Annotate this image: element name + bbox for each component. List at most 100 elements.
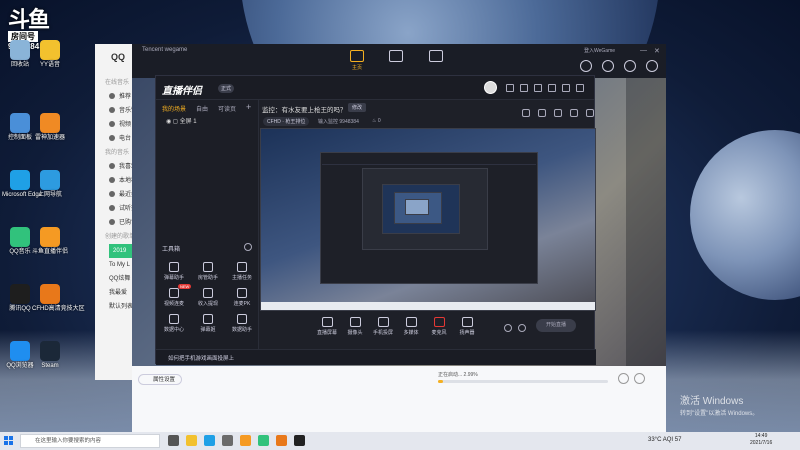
minimize-icon[interactable]: [562, 84, 570, 92]
message-icon[interactable]: [506, 84, 514, 92]
tool-label: 数据中心: [163, 327, 184, 333]
share-icon[interactable]: [554, 109, 562, 117]
tool-room-admin[interactable]: 房管助手: [192, 262, 224, 281]
tab-home-label: 主页: [351, 65, 362, 71]
footer-tip[interactable]: 如何把手机游戏画面投屏上: [168, 354, 234, 362]
tool-label: 收入提现: [197, 301, 218, 307]
video-link-icon: [169, 288, 179, 298]
clock[interactable]: 14:49 2021/7/16: [750, 433, 772, 447]
tool-income[interactable]: 收入提现: [192, 288, 224, 307]
sync-icon[interactable]: [586, 109, 594, 117]
bullet-icon: [109, 121, 115, 127]
friends-icon[interactable]: [624, 60, 636, 72]
start-button[interactable]: [4, 436, 14, 446]
pause-icon[interactable]: [618, 373, 629, 384]
explorer-icon[interactable]: [186, 435, 197, 446]
data-center-icon: [169, 314, 179, 324]
control-speaker[interactable]: 扬声器: [450, 317, 484, 336]
toolbox-toggle-icon[interactable]: [244, 243, 252, 251]
weather-widget[interactable]: 33°C AQI 57: [648, 437, 681, 443]
cfhd-icon[interactable]: [276, 435, 287, 446]
tab-free[interactable]: 自由: [196, 104, 208, 113]
eye-icon[interactable]: ◉ ◻: [166, 119, 180, 125]
desktop-icon[interactable]: 上网导航: [32, 170, 68, 199]
tab-my-scenes[interactable]: 我的场景: [162, 104, 186, 113]
app-icon: [10, 170, 30, 190]
danmu-ji-icon: [203, 314, 213, 324]
store-icon[interactable]: [222, 435, 233, 446]
settings-icon[interactable]: [548, 84, 556, 92]
tool-video-link[interactable]: 视频连麦 NEW: [158, 284, 192, 307]
tool-label: 连麦PK: [233, 301, 251, 307]
qq-list-item-label: 视频: [119, 122, 132, 128]
add-scene-button[interactable]: +: [246, 102, 251, 112]
lock-icon[interactable]: [522, 109, 530, 117]
desktop-icon[interactable]: 斗鱼直播伴侣: [32, 227, 68, 256]
task-view-icon[interactable]: [168, 435, 179, 446]
desktop-icon[interactable]: CFHD高清竞技大区: [32, 284, 85, 313]
douyu-icon[interactable]: [240, 435, 251, 446]
stream-preview[interactable]: [260, 128, 596, 311]
launch-progress: [438, 380, 608, 383]
qq-music-icon[interactable]: [258, 435, 269, 446]
menu-icon[interactable]: [646, 60, 658, 72]
close-icon[interactable]: ✕: [654, 47, 660, 55]
tab-video[interactable]: [422, 50, 450, 62]
desktop-icon[interactable]: Steam: [32, 341, 68, 370]
go-live-button[interactable]: 开始直播: [536, 319, 576, 332]
gift-icon[interactable]: [534, 84, 542, 92]
skin-icon[interactable]: [520, 84, 528, 92]
avatar-icon[interactable]: [580, 60, 592, 72]
app-icon: [10, 227, 30, 247]
wegame-icon[interactable]: [294, 435, 305, 446]
app-icon: [40, 284, 60, 304]
settings-icon[interactable]: [518, 324, 526, 332]
edit-headline-button[interactable]: 修改: [348, 103, 367, 112]
record-icon[interactable]: [538, 109, 546, 117]
desktop-icon[interactable]: YY语音: [32, 40, 68, 69]
tab-home[interactable]: 主页: [343, 50, 371, 71]
message-icon[interactable]: [602, 60, 614, 72]
clock-date: 2021/7/16: [750, 440, 773, 446]
taskbar-search-input[interactable]: 在这里输入你要搜索的内容: [20, 434, 160, 448]
wegame-login[interactable]: 登入WeGame: [584, 47, 615, 54]
app-icon: [40, 170, 60, 190]
minimize-icon[interactable]: —: [640, 47, 647, 54]
wegame-title: Tencent wegame: [142, 47, 188, 53]
wegame-side-panel: [626, 78, 666, 386]
income-icon: [203, 288, 213, 298]
tool-danmu-helper[interactable]: 弹幕助手: [158, 262, 190, 281]
room-info: 输入监控 9948384: [318, 119, 359, 125]
category-tag[interactable]: CFHD · 枪王排位: [263, 117, 310, 126]
danmu-helper-icon: [169, 262, 179, 272]
tool-streamer-task[interactable]: 主播任务: [226, 262, 258, 281]
close-icon[interactable]: [576, 84, 584, 92]
stop-icon[interactable]: [634, 373, 645, 384]
edge-icon[interactable]: [204, 435, 215, 446]
speaker-icon: [461, 317, 473, 327]
scene-item[interactable]: ◉ ◻ 全屏 1: [160, 117, 255, 128]
alert-icon[interactable]: [570, 109, 578, 117]
tool-data-assistant[interactable]: 数据助手: [226, 314, 258, 333]
bullet-icon: [109, 163, 115, 169]
tab-download[interactable]: [382, 50, 410, 62]
app-icon: [40, 227, 60, 247]
launch-progress-fill: [438, 380, 444, 383]
app-icon: [40, 113, 60, 133]
taskbar: 在这里输入你要搜索的内容 33°C AQI 57 14:49 2021/7/16: [0, 432, 800, 450]
record-icon[interactable]: [504, 324, 512, 332]
tab-readable[interactable]: 可读页: [218, 104, 236, 113]
tool-link-pk[interactable]: 连麦PK: [226, 288, 258, 307]
bullet-icon: [109, 93, 115, 99]
tool-label: 视频连麦: [163, 301, 184, 307]
activation-watermark: 激活 Windows 转到"设置"以激活 Windows。: [680, 392, 758, 417]
tool-data-center[interactable]: 数据中心: [158, 314, 190, 333]
multimedia-icon: [405, 317, 417, 327]
desktop-icon-label: CFHD高清竞技大区: [32, 306, 85, 312]
attribute-settings-button[interactable]: 属性设置: [138, 374, 182, 385]
sc-topbar: 直播伴侣 正式: [156, 76, 594, 100]
avatar[interactable]: [484, 81, 497, 94]
home-icon: [350, 50, 364, 62]
tool-danmu-ji[interactable]: 弹幕姬: [192, 314, 224, 333]
desktop-icon[interactable]: 雷神加速器: [32, 113, 68, 142]
